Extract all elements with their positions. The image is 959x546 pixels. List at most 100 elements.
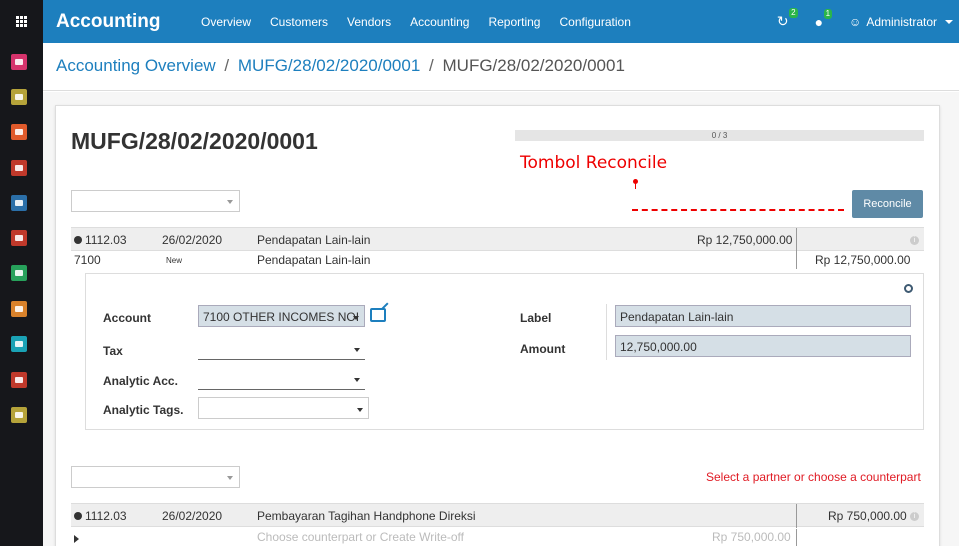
refresh-icon: ↻ — [776, 13, 789, 29]
menu-accounting[interactable]: Accounting — [410, 15, 469, 29]
statement-line[interactable]: 1112.03 26/02/2020 Pembayaran Tagihan Ha… — [71, 503, 924, 528]
tax-label: Tax — [103, 344, 123, 358]
line-amount: Rp 12,750,000.00 — [697, 233, 793, 247]
chevron-down-icon — [354, 348, 360, 352]
statement-title: MUFG/28/02/2020/0001 — [71, 128, 318, 154]
user-menu[interactable]: ☺ Administrator — [849, 15, 953, 29]
statement-line[interactable]: 1112.03 26/02/2020 Pendapatan Lain-lain … — [71, 227, 924, 252]
dashboard-icon[interactable] — [11, 124, 27, 140]
amount-field[interactable]: 12,750,000.00 — [615, 335, 911, 357]
sales-icon[interactable] — [11, 230, 27, 246]
counterpart-warning: Select a partner or choose a counterpart — [706, 470, 921, 484]
partner-select[interactable] — [71, 466, 240, 488]
new-tag: New — [166, 256, 183, 265]
menu-customers[interactable]: Customers — [270, 15, 328, 29]
line-date: 26/02/2020 — [162, 509, 223, 523]
progress-text: 0 / 3 — [711, 131, 728, 140]
counterpart-placeholder: Choose counterpart or Create Write-off — [257, 530, 464, 544]
account-field[interactable]: 7100 OTHER INCOMES NOI — [198, 305, 365, 327]
reconcile-progress-bar: 0 / 3 — [515, 130, 924, 141]
content-area: MUFG/28/02/2020/0001 0 / 3 Tombol Reconc… — [43, 92, 959, 546]
activity-button[interactable]: ↻ 2 — [776, 8, 798, 30]
line-date: 26/02/2020 — [162, 233, 223, 247]
reconciliation-sheet: MUFG/28/02/2020/0001 0 / 3 Tombol Reconc… — [55, 105, 940, 546]
settings-icon[interactable] — [11, 407, 27, 423]
analytic-account-field[interactable] — [198, 368, 365, 390]
column-divider — [796, 529, 797, 546]
user-icon: ☺ — [849, 14, 862, 29]
proposition-line[interactable]: 7100 New Pendapatan Lain-lain Rp 12,750,… — [71, 252, 924, 269]
analytic-account-label: Analytic Acc. — [103, 374, 178, 388]
chevron-down-icon — [354, 378, 360, 382]
breadcrumb-statement[interactable]: MUFG/28/02/2020/0001 — [238, 56, 420, 75]
gear-icon — [74, 512, 82, 520]
amount-label: Amount — [520, 342, 566, 356]
external-link-icon[interactable] — [370, 308, 386, 322]
line-label: Pendapatan Lain-lain — [257, 233, 371, 247]
analytic-tags-label: Analytic Tags. — [103, 403, 184, 417]
line-account: 1112.03 — [74, 228, 127, 252]
annotation-label: Tombol Reconcile — [520, 153, 668, 173]
app-switcher-button[interactable] — [0, 0, 43, 43]
message-count-badge: 1 — [823, 8, 833, 19]
menu-vendors[interactable]: Vendors — [347, 15, 391, 29]
tools-icon[interactable] — [11, 265, 27, 281]
line-amount: Rp 750,000.00 — [828, 509, 907, 523]
apps-icon[interactable] — [11, 372, 27, 388]
breadcrumb: Accounting Overview / MUFG/28/02/2020/00… — [56, 56, 625, 76]
menu-overview[interactable]: Overview — [201, 15, 251, 29]
accounting-icon[interactable] — [11, 301, 27, 317]
info-icon[interactable]: i — [910, 236, 919, 245]
app-dock — [0, 43, 43, 546]
write-off-form: Account 7100 OTHER INCOMES NOI Tax Analy… — [85, 273, 924, 430]
reconcile-button[interactable]: Reconcile — [852, 190, 923, 218]
account-label: Account — [103, 311, 151, 325]
gear-icon — [74, 236, 82, 244]
line-label: Pembayaran Tagihan Handphone Direksi — [257, 509, 476, 523]
info-icon[interactable]: i — [910, 512, 919, 521]
proposition-account: 7100 — [74, 253, 101, 267]
proposition-amount: Rp 12,750,000.00 — [815, 253, 911, 267]
annotation-pin-stem — [635, 183, 636, 189]
tax-field[interactable] — [198, 338, 365, 360]
menu-configuration[interactable]: Configuration — [559, 15, 630, 29]
open-amount: Rp 750,000.00 — [712, 530, 791, 544]
chevron-down-icon — [353, 316, 359, 320]
breadcrumb-current: MUFG/28/02/2020/0001 — [442, 56, 625, 75]
control-panel: Accounting Overview / MUFG/28/02/2020/00… — [43, 43, 959, 91]
column-divider — [796, 504, 797, 528]
systray: ↻ 2 ● 1 ☺ Administrator — [777, 0, 959, 43]
label-field[interactable]: Pendapatan Lain-lain — [615, 305, 911, 327]
label-label: Label — [520, 311, 552, 325]
proposition-label: Pendapatan Lain-lain — [257, 253, 371, 267]
chevron-down-icon — [357, 408, 363, 412]
line-account: 1112.03 — [74, 504, 127, 528]
counterpart-placeholder-line[interactable]: Choose counterpart or Create Write-off R… — [71, 529, 924, 546]
breadcrumb-separator: / — [429, 56, 434, 75]
activity-count-badge: 2 — [789, 8, 798, 18]
expand-arrow-icon[interactable] — [74, 535, 79, 543]
breadcrumb-separator: / — [224, 56, 230, 75]
column-divider — [796, 252, 797, 269]
breadcrumb-accounting-overview[interactable]: Accounting Overview — [56, 56, 216, 75]
employees-icon[interactable] — [11, 336, 27, 352]
partner-select[interactable] — [71, 190, 240, 212]
top-navbar: Accounting Overview Customers Vendors Ac… — [0, 0, 959, 43]
settings-gear-icon[interactable] — [904, 284, 913, 293]
chat-icon: ● — [814, 13, 824, 30]
caret-down-icon — [945, 19, 953, 24]
calendar-icon[interactable] — [11, 89, 27, 105]
crm-icon[interactable] — [11, 160, 27, 176]
grid-icon — [16, 16, 27, 27]
app-title[interactable]: Accounting — [56, 11, 201, 33]
invoicing-icon[interactable] — [11, 195, 27, 211]
discuss-icon[interactable] — [11, 54, 27, 70]
analytic-tags-field[interactable] — [198, 397, 369, 419]
form-column-divider — [606, 304, 607, 360]
user-name: Administrator — [866, 14, 937, 29]
menu-reporting[interactable]: Reporting — [488, 15, 540, 29]
column-divider — [796, 228, 797, 252]
messages-button[interactable]: ● 1 — [814, 8, 833, 30]
main-menu: Overview Customers Vendors Accounting Re… — [201, 15, 650, 29]
annotation-dashed-line — [632, 209, 844, 211]
